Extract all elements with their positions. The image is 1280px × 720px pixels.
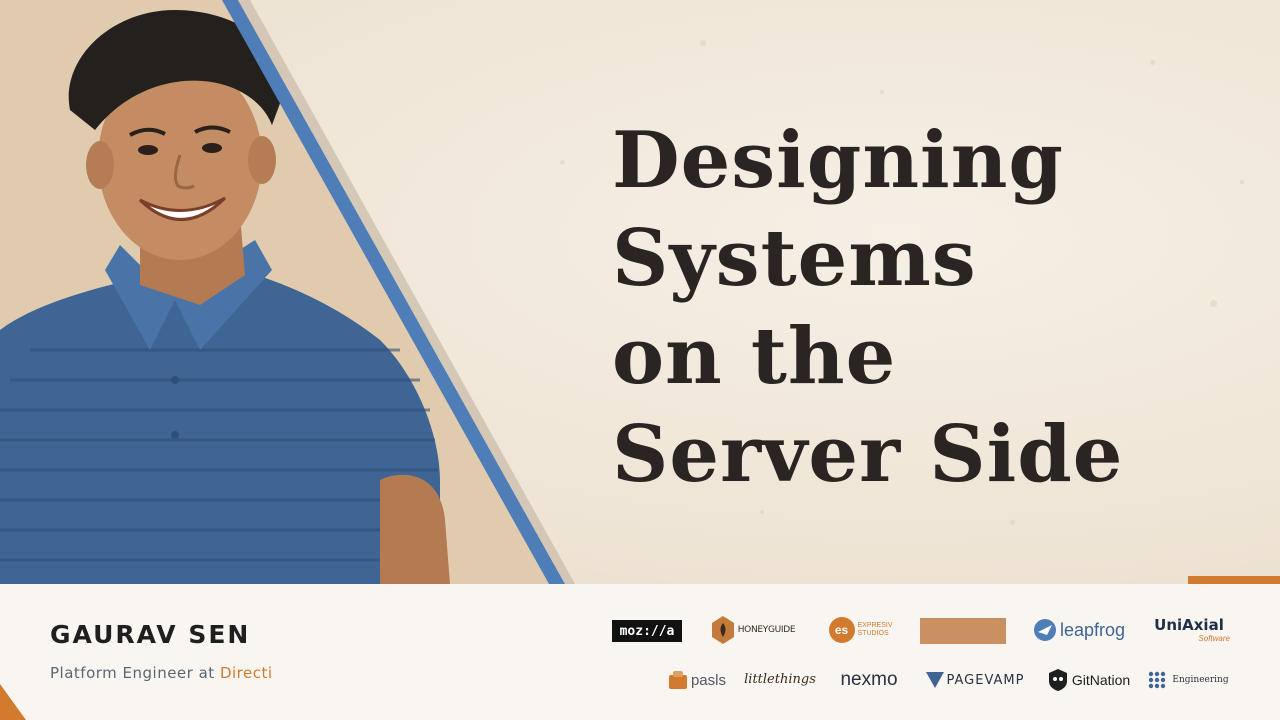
talk-title-line: Server Side bbox=[612, 409, 1124, 500]
footer-bar bbox=[0, 584, 1280, 720]
leapfrog-icon bbox=[1033, 619, 1056, 641]
hero-banner: Designing Systems on the Server Side bbox=[0, 0, 1280, 584]
speaker-company: Directi bbox=[219, 664, 273, 682]
sponsor-logo-pasls: pasls bbox=[668, 668, 726, 692]
sponsor-logo-pagevamp: PAGEVAMP bbox=[920, 669, 1030, 691]
sponsor-logo-subtext: Software bbox=[1198, 634, 1230, 643]
speaker-name: GAURAV SEN bbox=[50, 620, 251, 649]
sponsor-logo-gitnation: GitNation bbox=[1042, 667, 1136, 693]
sponsor-logo-leapfrog: leapfrog bbox=[1030, 617, 1128, 643]
sponsor-logo-text: HONEYGUIDE bbox=[737, 625, 796, 635]
accent-bar bbox=[1188, 576, 1280, 584]
speaker-role: Platform Engineer at Directi bbox=[50, 664, 273, 682]
sponsor-logo-text: leapfrog bbox=[1059, 619, 1126, 640]
corner-accent bbox=[0, 684, 26, 720]
sponsor-logo-uniaxial: UniAxial Software bbox=[1148, 618, 1230, 646]
sponsor-logo-expresiv: es EXPRESIV STUDIOS bbox=[828, 614, 900, 646]
pasls-icon bbox=[668, 671, 687, 689]
speaker-photo bbox=[0, 0, 575, 584]
talk-title-line: Designing bbox=[612, 115, 1064, 206]
expresiv-icon: es bbox=[828, 617, 855, 643]
sponsor-logo-engineering: Engineering bbox=[1144, 666, 1230, 694]
sponsor-logo-text: littlethings bbox=[744, 671, 816, 687]
sponsor-logo-honeyguide: HONEYGUIDE bbox=[707, 614, 799, 646]
sponsor-logo-text: moz://a bbox=[619, 623, 675, 639]
sponsor-logo-text: UniAxial bbox=[1154, 616, 1224, 634]
sponsor-logo-text: GitNation bbox=[1071, 672, 1131, 688]
pagevamp-icon bbox=[925, 672, 944, 688]
sponsor-logo-text: pasls bbox=[690, 671, 726, 689]
sponsor-logo-text: nexmo bbox=[840, 669, 898, 690]
talk-title-line: on the bbox=[612, 311, 897, 402]
sponsor-logo-mozilla: moz://a bbox=[612, 620, 682, 642]
sponsor-logo-text: PAGEVAMP bbox=[946, 672, 1025, 688]
gitnation-icon bbox=[1048, 669, 1067, 691]
speaker-role-title: Platform Engineer at bbox=[50, 664, 215, 682]
talk-title: Designing Systems on the Server Side bbox=[612, 112, 1232, 504]
sponsor-logo-brown-banner bbox=[920, 618, 1006, 644]
sponsor-logo-text: EXPRESIV STUDIOS bbox=[857, 622, 893, 637]
sponsor-logo-nexmo: nexmo bbox=[830, 666, 908, 694]
honeyguide-icon bbox=[711, 616, 734, 644]
talk-title-line: Systems bbox=[612, 213, 977, 304]
sponsor-logo-text: Engineering bbox=[1172, 675, 1229, 685]
engineering-icon bbox=[1149, 671, 1166, 689]
sponsor-logo-littlethings: littlethings bbox=[744, 662, 816, 696]
